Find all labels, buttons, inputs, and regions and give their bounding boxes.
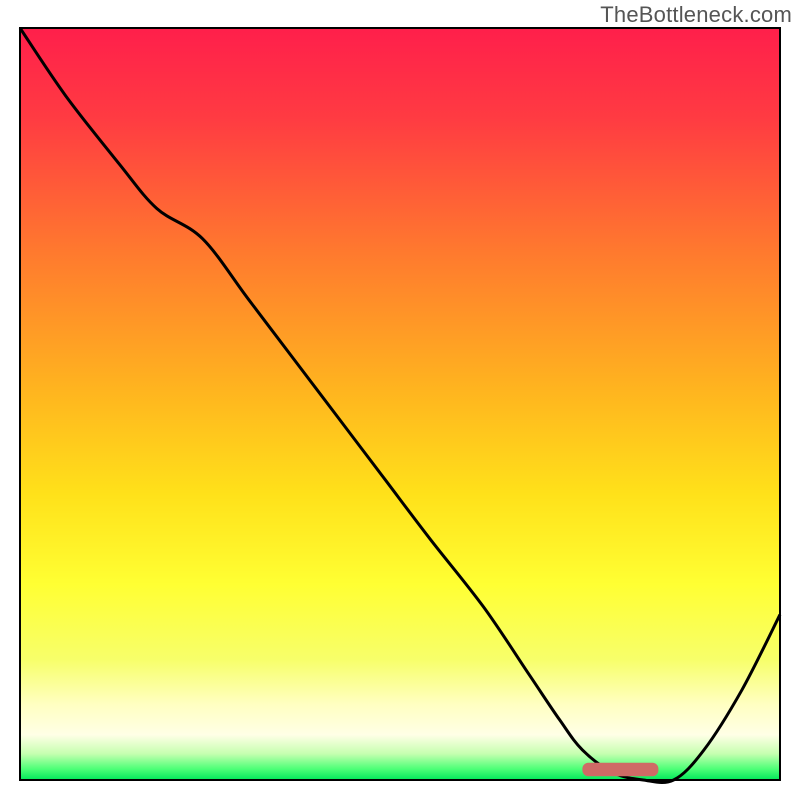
optimal-range-marker	[582, 763, 658, 777]
chart-container: TheBottleneck.com	[0, 0, 800, 800]
bottleneck-chart	[0, 0, 800, 800]
plot-background	[20, 28, 780, 780]
watermark-text: TheBottleneck.com	[600, 2, 792, 28]
